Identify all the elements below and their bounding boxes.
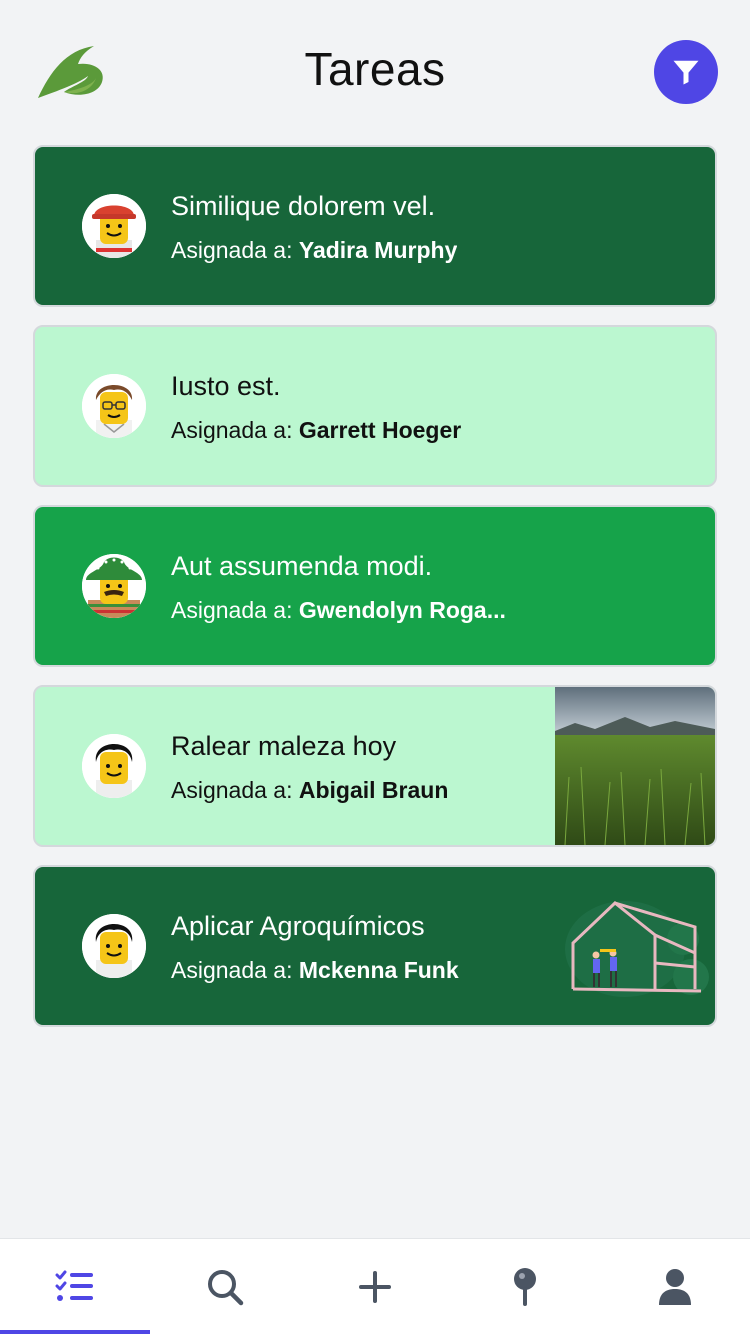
task-title: Aplicar Agroquímicos — [171, 911, 425, 941]
avatar-icon — [82, 914, 146, 978]
task-card[interactable]: Ralear maleza hoy Asignada a: Abigail Br… — [33, 685, 717, 847]
task-title: Aut assumenda modi. — [171, 551, 433, 581]
task-list: Similique dolorem vel. Asignada a: Yadir… — [33, 145, 717, 1045]
grass-field-photo — [555, 687, 715, 845]
task-list-icon — [55, 1270, 93, 1301]
task-card[interactable]: Iusto est. Asignada a: Garrett Hoeger — [33, 325, 717, 487]
page-title: Tareas — [304, 43, 446, 95]
greenhouse-illustration — [555, 867, 715, 1025]
task-assignee-line: Asignada a: Garrett Hoeger — [171, 417, 461, 444]
tab-add[interactable] — [300, 1239, 450, 1334]
assigned-label: Asignada a: — [171, 957, 299, 983]
assigned-label: Asignada a: — [171, 597, 299, 623]
user-icon — [659, 1269, 691, 1305]
tab-map[interactable] — [450, 1239, 600, 1334]
assignee-name: Garrett Hoeger — [298, 417, 462, 443]
task-title: Similique dolorem vel. — [171, 191, 436, 221]
assignee-name: Gwendolyn Roga... — [298, 597, 506, 623]
task-title: Ralear maleza hoy — [171, 731, 397, 761]
task-assignee-line: Asignada a: Abigail Braun — [171, 777, 448, 804]
task-card[interactable]: Similique dolorem vel. Asignada a: Yadir… — [33, 145, 717, 307]
filter-icon — [673, 60, 699, 85]
plus-icon — [359, 1271, 391, 1303]
avatar-icon — [82, 374, 146, 438]
pin-icon — [514, 1268, 536, 1306]
assignee-name: Mckenna Funk — [298, 957, 459, 983]
tab-profile[interactable] — [600, 1239, 750, 1334]
assigned-label: Asignada a: — [171, 417, 299, 443]
avatar-icon — [82, 554, 146, 618]
task-assignee-line: Asignada a: Mckenna Funk — [171, 957, 459, 984]
tab-tasks[interactable] — [0, 1239, 150, 1334]
assignee-name: Yadira Murphy — [298, 237, 458, 263]
tab-search[interactable] — [150, 1239, 300, 1334]
task-title: Iusto est. — [171, 371, 281, 401]
task-card[interactable]: Aut assumenda modi. Asignada a: Gwendoly… — [33, 505, 717, 667]
task-card[interactable]: Aplicar Agroquímicos Asignada a: Mckenna… — [33, 865, 717, 1027]
assignee-name: Abigail Braun — [298, 777, 449, 803]
assigned-label: Asignada a: — [171, 777, 299, 803]
avatar-icon — [82, 734, 146, 798]
filter-button[interactable] — [654, 40, 718, 104]
bottom-tab-bar — [0, 1238, 750, 1334]
avatar-icon — [82, 194, 146, 258]
search-icon — [208, 1270, 244, 1306]
task-assignee-line: Asignada a: Gwendolyn Roga... — [171, 597, 506, 624]
task-assignee-line: Asignada a: Yadira Murphy — [171, 237, 457, 264]
app-header: Tareas — [0, 0, 750, 140]
assigned-label: Asignada a: — [171, 237, 299, 263]
